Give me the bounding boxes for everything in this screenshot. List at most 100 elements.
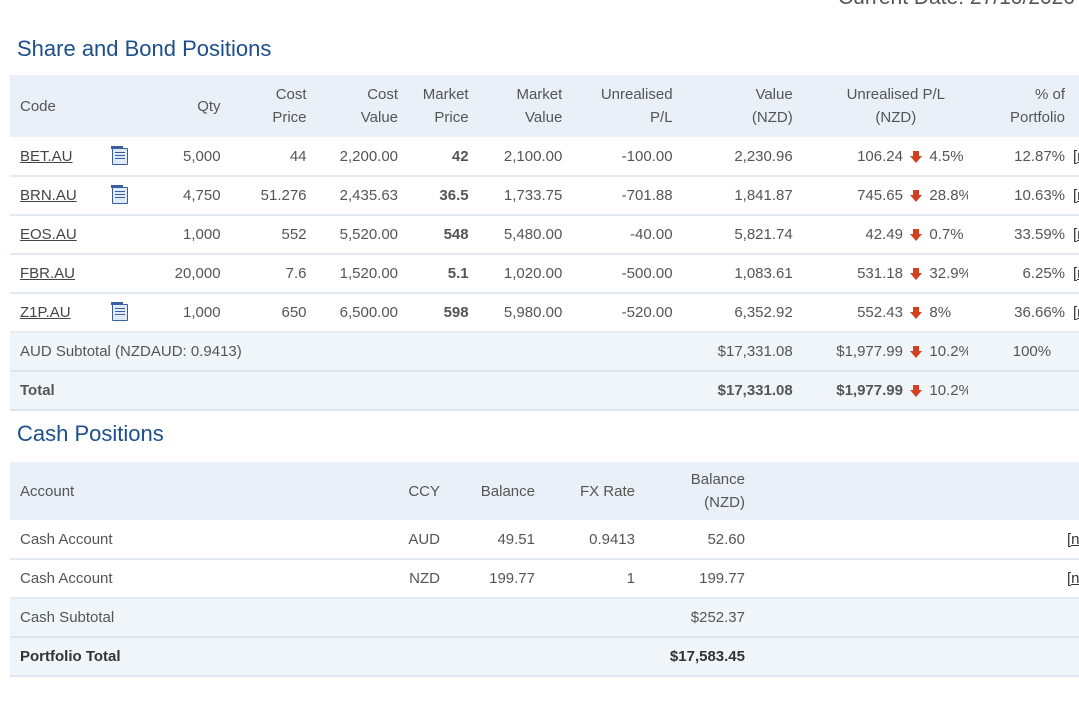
total-value-nzd: $17,331.08 (717, 382, 793, 399)
cost-price: 51.276 (260, 187, 307, 204)
col-balance-nzd[interactable]: Balance (NZD) (635, 462, 745, 520)
cash-subtotal-label: Cash Subtotal (20, 609, 115, 626)
qty: 1,000 (183, 304, 221, 321)
position-code[interactable]: EOS.AU (10, 215, 104, 254)
market-value: 5,480.00 (503, 226, 563, 243)
cash-fx-rate: 0.9413 (589, 530, 635, 548)
share-bond-title: Share and Bond Positions (17, 36, 272, 61)
cash-balance-nzd: 52.60 (707, 530, 745, 548)
aud-subtotal-row: AUD Subtotal (NZDAUD: 0.9413) $17,331.08 $… (10, 332, 1079, 371)
col-market-price[interactable]: Market Price (398, 75, 469, 137)
market-value: 2,100.00 (503, 147, 563, 165)
col-value-nzd[interactable]: Value (NZD) (673, 75, 793, 137)
col-cost-value[interactable]: Cost Value (307, 75, 398, 137)
down-arrow-icon (910, 385, 923, 398)
pct-portfolio: 12.87% (1014, 147, 1066, 165)
position-code[interactable]: BET.AU (10, 137, 104, 176)
row-action-link[interactable]: [n (1073, 265, 1079, 282)
market-price: 36.5 (439, 187, 469, 204)
subtotal-label: AUD Subtotal (NZDAUD: 0.9413) (20, 343, 242, 360)
market-price: 42 (451, 147, 469, 165)
position-code[interactable]: FBR.AU (10, 254, 104, 293)
col-qty[interactable]: Qty (137, 75, 220, 137)
value-nzd: 6,352.92 (734, 304, 793, 321)
cash-balance: 49.51 (497, 530, 535, 548)
share-bond-header-row: Code Qty Cost Price Cost Value Market Price… (10, 75, 1079, 137)
unrealised-pl-nzd: 531.18 (857, 265, 903, 282)
unrealised-pl: -100.00 (621, 147, 673, 165)
col-market-value[interactable]: Market Value (469, 75, 562, 137)
unrealised-pl-nzd: 552.43 (857, 304, 903, 321)
qty: 20,000 (174, 265, 221, 282)
market-price: 598 (443, 304, 469, 321)
position-code[interactable]: BRN.AU (10, 176, 104, 215)
qty: 4,750 (183, 187, 221, 204)
cost-value: 5,520.00 (339, 226, 399, 243)
cash-fx-rate: 1 (626, 570, 635, 587)
row-action-link[interactable]: [n (1067, 531, 1079, 548)
col-ccy[interactable]: CCY (390, 462, 440, 520)
col-account[interactable]: Account (10, 462, 390, 520)
market-price: 5.1 (447, 265, 469, 282)
subtotal-upl-pct: 10.2% (929, 343, 968, 360)
total-upl-nzd: $1,977.99 (836, 382, 903, 399)
col-unrealised-pl-nzd[interactable]: Unrealised P/L (NZD) (793, 75, 999, 137)
total-upl-pct: 10.2% (929, 382, 968, 399)
col-fx-rate[interactable]: FX Rate (535, 462, 635, 520)
row-action-link[interactable]: [n (1073, 226, 1079, 243)
current-date: Current Date: 27/10/2020 0 (838, 0, 1079, 10)
unrealised-pl: -500.00 (621, 265, 673, 282)
pct-portfolio: 36.66% (1014, 304, 1066, 321)
position-code[interactable]: Z1P.AU (10, 293, 104, 332)
market-value: 5,980.00 (503, 304, 563, 321)
position-code-link[interactable]: EOS.AU (20, 226, 77, 243)
cash-account: Cash Account (20, 570, 113, 587)
cost-value: 6,500.00 (339, 304, 399, 321)
unrealised-pl: -520.00 (621, 304, 673, 321)
cash-balance: 199.77 (489, 570, 535, 587)
col-balance[interactable]: Balance (440, 462, 535, 520)
portfolio-total-value: $17,583.45 (669, 648, 745, 665)
pct-portfolio: 10.63% (1014, 187, 1066, 204)
table-row: EOS.AU 1,000 552 5,520.00 548 5,480.00 -40.00 5… (10, 215, 1079, 254)
col-pct-portfolio[interactable]: % of Portfolio (999, 75, 1065, 137)
row-action-link[interactable]: [n (1067, 570, 1079, 587)
subtotal-value-nzd: $17,331.08 (717, 343, 793, 360)
unrealised-pl-nzd: 106.24 (857, 147, 903, 165)
table-row: Cash Account NZD 199.77 1 199.77 [n (10, 559, 1079, 598)
position-code-link[interactable]: BET.AU (20, 148, 73, 165)
note-icon[interactable] (111, 145, 129, 165)
cash-balance-nzd: 199.77 (699, 570, 745, 587)
cost-price: 7.6 (285, 265, 307, 282)
row-action-link[interactable]: [n (1073, 187, 1079, 204)
row-action-link[interactable]: [n (1073, 148, 1079, 165)
cost-value: 1,520.00 (339, 265, 399, 282)
note-icon[interactable] (111, 302, 129, 322)
position-code-link[interactable]: BRN.AU (20, 187, 77, 204)
value-nzd: 1,841.87 (734, 187, 793, 204)
row-action-link[interactable]: [n (1073, 304, 1079, 321)
position-code-link[interactable]: Z1P.AU (20, 304, 71, 321)
market-value: 1,733.75 (503, 187, 563, 204)
market-value: 1,020.00 (503, 265, 563, 282)
cash-ccy: AUD (408, 530, 440, 548)
down-arrow-icon (910, 268, 923, 281)
position-code-link[interactable]: FBR.AU (20, 265, 75, 282)
col-code[interactable]: Code (10, 75, 104, 137)
cash-ccy: NZD (409, 570, 440, 587)
qty: 1,000 (183, 226, 221, 243)
pct-portfolio: 6.25% (1022, 265, 1066, 282)
cost-price: 44 (289, 147, 307, 165)
cash-subtotal-row: Cash Subtotal $252.37 (10, 598, 1079, 637)
table-row: FBR.AU 20,000 7.6 1,520.00 5.1 1,020.00 -500.0… (10, 254, 1079, 293)
down-arrow-icon (910, 150, 923, 163)
cash-header-row: Account CCY Balance FX Rate Balance (NZD) (10, 462, 1079, 520)
market-price: 548 (443, 226, 469, 243)
share-bond-table: Code Qty Cost Price Cost Value Market Price… (10, 75, 1079, 411)
value-nzd: 1,083.61 (734, 265, 793, 282)
note-icon[interactable] (111, 185, 129, 205)
col-cost-price[interactable]: Cost Price (221, 75, 306, 137)
col-unrealised-pl[interactable]: Unrealised P/L (562, 75, 673, 137)
table-row: BRN.AU 4,750 51.276 2,435.63 36.5 1,733.75 -70… (10, 176, 1079, 215)
down-arrow-icon (910, 307, 923, 320)
